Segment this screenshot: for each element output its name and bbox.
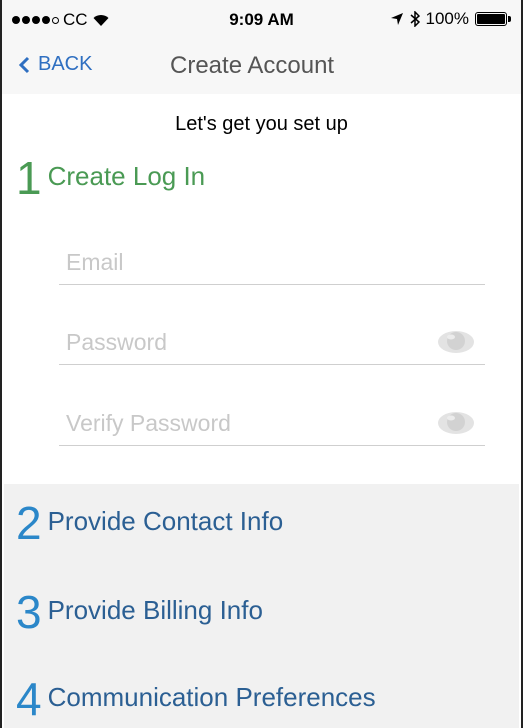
show-verify-password-icon[interactable] — [437, 411, 475, 435]
page-title: Create Account — [170, 52, 335, 79]
battery-icon — [475, 12, 511, 26]
step-number: 4 — [16, 673, 42, 725]
step-label: Communication Preferences — [47, 682, 376, 712]
step-label: Provide Billing Info — [47, 595, 263, 625]
verify-password-field[interactable] — [59, 401, 485, 446]
chevron-left-icon — [18, 56, 30, 73]
password-input[interactable] — [59, 328, 485, 356]
nav-bar: BACK Create Account — [2, 40, 521, 94]
email-field[interactable] — [59, 240, 485, 285]
status-bar: CC 9:09 AM 100% — [2, 0, 521, 40]
status-right: 100% — [390, 9, 511, 29]
step-number: 2 — [16, 497, 42, 549]
step-number: 1 — [16, 152, 42, 204]
step-label: Create Log In — [47, 161, 206, 191]
back-label: BACK — [38, 53, 93, 75]
email-input[interactable] — [59, 248, 485, 276]
verify-password-input[interactable] — [59, 409, 485, 437]
tagline: Let's get you set up — [175, 113, 348, 135]
show-password-icon[interactable] — [437, 330, 475, 354]
step-billing-info[interactable]: 3 Provide Billing Info — [16, 589, 263, 635]
back-button[interactable]: BACK — [18, 53, 92, 76]
battery-percent: 100% — [425, 9, 469, 28]
step-communication-preferences[interactable]: 4 Communication Preferences — [16, 676, 376, 722]
step-create-login[interactable]: 1 Create Log In — [16, 155, 205, 201]
step-contact-info[interactable]: 2 Provide Contact Info — [16, 500, 283, 546]
app-frame: CC 9:09 AM 100% BACK Create Account Let'… — [0, 0, 523, 728]
location-icon — [390, 13, 403, 25]
bluetooth-icon — [410, 11, 420, 27]
step-label: Provide Contact Info — [47, 506, 284, 536]
password-field[interactable] — [59, 320, 485, 365]
step-number: 3 — [16, 586, 42, 638]
